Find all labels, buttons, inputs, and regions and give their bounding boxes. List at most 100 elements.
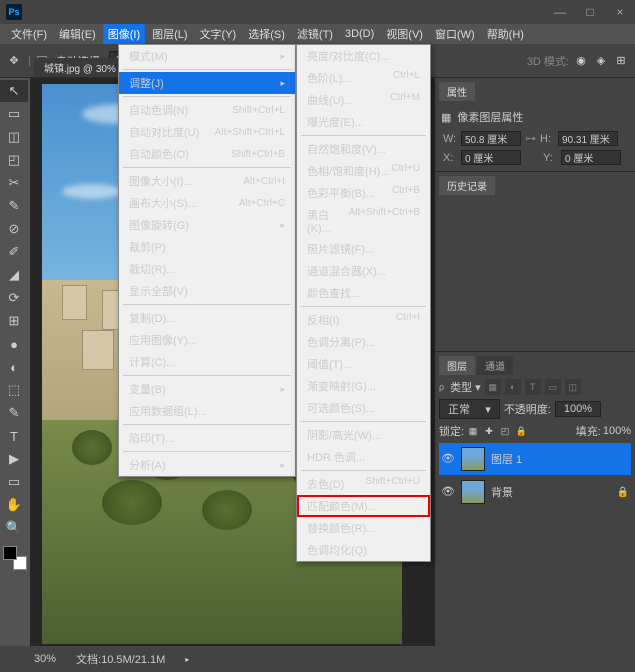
menu-item-颜色查找[interactable]: 颜色查找... bbox=[297, 282, 430, 304]
tool-10[interactable]: ⊞ bbox=[0, 310, 28, 332]
tool-18[interactable]: ✋ bbox=[0, 494, 28, 516]
menu-文字[interactable]: 文字(Y) bbox=[195, 24, 242, 44]
menu-编辑[interactable]: 编辑(E) bbox=[54, 24, 101, 44]
menu-item-模式M[interactable]: 模式(M)▸ bbox=[119, 45, 295, 67]
tool-16[interactable]: ▶ bbox=[0, 448, 28, 470]
menu-item-裁切R[interactable]: 裁切(R)... bbox=[119, 258, 295, 280]
filter-type-icon[interactable]: T bbox=[525, 379, 541, 395]
tool-8[interactable]: ◢ bbox=[0, 264, 28, 286]
menu-item-渐变映射G[interactable]: 渐变映射(G)... bbox=[297, 375, 430, 397]
fill-field[interactable]: 100% bbox=[603, 425, 631, 437]
menu-item-复制D[interactable]: 复制(D)... bbox=[119, 307, 295, 329]
menu-item-调整J[interactable]: 调整(J)▸ bbox=[119, 72, 295, 94]
menu-帮助[interactable]: 帮助(H) bbox=[482, 24, 529, 44]
menu-视图[interactable]: 视图(V) bbox=[381, 24, 428, 44]
link-icon[interactable]: ⊶ bbox=[525, 132, 536, 145]
menu-item-HDR 色调[interactable]: HDR 色调... bbox=[297, 446, 430, 468]
tool-5[interactable]: ✎ bbox=[0, 195, 28, 217]
tool-2[interactable]: ◫ bbox=[0, 126, 28, 148]
tool-11[interactable]: ● bbox=[0, 333, 28, 355]
color-swatch[interactable] bbox=[3, 546, 27, 570]
tool-4[interactable]: ✂ bbox=[0, 172, 28, 194]
mode3d-icon-2[interactable]: ◈ bbox=[593, 53, 609, 69]
layer-row[interactable]: 👁背景🔒 bbox=[439, 476, 631, 508]
tab-layers[interactable]: 图层 bbox=[439, 356, 475, 375]
blend-mode-dropdown[interactable]: 正常 ▾ bbox=[439, 399, 500, 419]
menu-item-自动颜色O[interactable]: 自动颜色(O)Shift+Ctrl+B bbox=[119, 143, 295, 165]
document-tab[interactable]: 城镇.jpg @ 30% bbox=[34, 58, 126, 77]
tool-13[interactable]: ⬚ bbox=[0, 379, 28, 401]
menu-item-通道混合器X[interactable]: 通道混合器(X)... bbox=[297, 260, 430, 282]
visibility-icon[interactable]: 👁 bbox=[441, 485, 455, 499]
lock-pos-icon[interactable]: ✚ bbox=[482, 424, 496, 438]
menu-item-变量B[interactable]: 变量(B)▸ bbox=[119, 378, 295, 400]
kind-dropdown[interactable]: 类型 ▾ bbox=[450, 379, 481, 395]
menu-文件[interactable]: 文件(F) bbox=[6, 24, 52, 44]
menu-item-黑白K[interactable]: 黑白(K)...Alt+Shift+Ctrl+B bbox=[297, 204, 430, 238]
h-field[interactable] bbox=[558, 131, 618, 146]
x-field[interactable] bbox=[461, 150, 521, 165]
tool-9[interactable]: ⟳ bbox=[0, 287, 28, 309]
filter-smart-icon[interactable]: ◫ bbox=[565, 379, 581, 395]
tab-history[interactable]: 历史记录 bbox=[439, 176, 495, 195]
menu-3D[interactable]: 3D(D) bbox=[340, 26, 379, 42]
menu-item-色调均化Q[interactable]: 色调均化(Q) bbox=[297, 539, 430, 561]
close-button[interactable]: × bbox=[605, 0, 635, 24]
y-field[interactable] bbox=[561, 150, 621, 165]
menu-item-去色D[interactable]: 去色(D)Shift+Ctrl+U bbox=[297, 473, 430, 495]
menu-item-色彩平衡B[interactable]: 色彩平衡(B)...Ctrl+B bbox=[297, 182, 430, 204]
layer-row[interactable]: 👁 图层 1 bbox=[439, 443, 631, 475]
filter-adj-icon[interactable]: ◐ bbox=[505, 379, 521, 395]
menu-item-应用图像Y[interactable]: 应用图像(Y)... bbox=[119, 329, 295, 351]
tool-12[interactable]: ◐ bbox=[0, 356, 28, 378]
menu-item-匹配颜色M[interactable]: 匹配颜色(M)... bbox=[297, 495, 430, 517]
tool-0[interactable]: ↖ bbox=[0, 80, 28, 102]
menu-item-自动色调N[interactable]: 自动色调(N)Shift+Ctrl+L bbox=[119, 99, 295, 121]
layer-name[interactable]: 背景 bbox=[491, 484, 513, 500]
tool-15[interactable]: T bbox=[0, 425, 28, 447]
menu-item-亮度/对比度C[interactable]: 亮度/对比度(C)... bbox=[297, 45, 430, 67]
tab-channels[interactable]: 通道 bbox=[477, 356, 513, 375]
menu-item-图像旋转G[interactable]: 图像旋转(G)▸ bbox=[119, 214, 295, 236]
tool-7[interactable]: ✐ bbox=[0, 241, 28, 263]
menu-窗口[interactable]: 窗口(W) bbox=[430, 24, 480, 44]
tool-6[interactable]: ⊘ bbox=[0, 218, 28, 240]
menu-item-反相I[interactable]: 反相(I)Ctrl+I bbox=[297, 309, 430, 331]
visibility-icon[interactable]: 👁 bbox=[441, 452, 455, 466]
menu-item-曝光度E[interactable]: 曝光度(E)... bbox=[297, 111, 430, 133]
menu-item-图像大小I[interactable]: 图像大小(I)...Alt+Ctrl+I bbox=[119, 170, 295, 192]
doc-size[interactable]: 文档:10.5M/21.1M bbox=[76, 651, 165, 667]
layer-thumbnail[interactable] bbox=[461, 447, 485, 471]
zoom-level[interactable]: 30% bbox=[34, 653, 56, 665]
minimize-button[interactable]: — bbox=[545, 0, 575, 24]
menu-图层[interactable]: 图层(L) bbox=[147, 24, 192, 44]
lock-all-icon[interactable]: 🔒 bbox=[514, 424, 528, 438]
layer-thumbnail[interactable] bbox=[461, 480, 485, 504]
filter-pixel-icon[interactable]: ▦ bbox=[485, 379, 501, 395]
menu-item-计算C[interactable]: 计算(C)... bbox=[119, 351, 295, 373]
menu-图像[interactable]: 图像(I) bbox=[103, 24, 145, 44]
opacity-field[interactable]: 100% bbox=[555, 401, 601, 417]
menu-item-可选颜色S[interactable]: 可选颜色(S)... bbox=[297, 397, 430, 419]
lock-art-icon[interactable]: ◰ bbox=[498, 424, 512, 438]
menu-item-阈值T[interactable]: 阈值(T)... bbox=[297, 353, 430, 375]
tool-1[interactable]: ▭ bbox=[0, 103, 28, 125]
menu-item-分析A[interactable]: 分析(A)▸ bbox=[119, 454, 295, 476]
mode3d-icon-1[interactable]: ◉ bbox=[573, 53, 589, 69]
menu-item-自然饱和度V[interactable]: 自然饱和度(V)... bbox=[297, 138, 430, 160]
w-field[interactable] bbox=[461, 131, 521, 146]
filter-shape-icon[interactable]: ▭ bbox=[545, 379, 561, 395]
tool-17[interactable]: ▭ bbox=[0, 471, 28, 493]
menu-item-画布大小S[interactable]: 画布大小(S)...Alt+Ctrl+C bbox=[119, 192, 295, 214]
menu-选择[interactable]: 选择(S) bbox=[243, 24, 290, 44]
layer-name[interactable]: 图层 1 bbox=[491, 451, 522, 467]
menu-item-色阶L[interactable]: 色阶(L)...Ctrl+L bbox=[297, 67, 430, 89]
menu-item-阴影/高光W[interactable]: 阴影/高光(W)... bbox=[297, 424, 430, 446]
tool-3[interactable]: ◰ bbox=[0, 149, 28, 171]
menu-item-色相/饱和度H[interactable]: 色相/饱和度(H)...Ctrl+U bbox=[297, 160, 430, 182]
tool-19[interactable]: 🔍 bbox=[0, 517, 28, 539]
menu-item-照片滤镜F[interactable]: 照片滤镜(F)... bbox=[297, 238, 430, 260]
menu-item-色调分离P[interactable]: 色调分离(P)... bbox=[297, 331, 430, 353]
menu-item-自动对比度U[interactable]: 自动对比度(U)Alt+Shift+Ctrl+L bbox=[119, 121, 295, 143]
menu-item-曲线U[interactable]: 曲线(U)...Ctrl+M bbox=[297, 89, 430, 111]
